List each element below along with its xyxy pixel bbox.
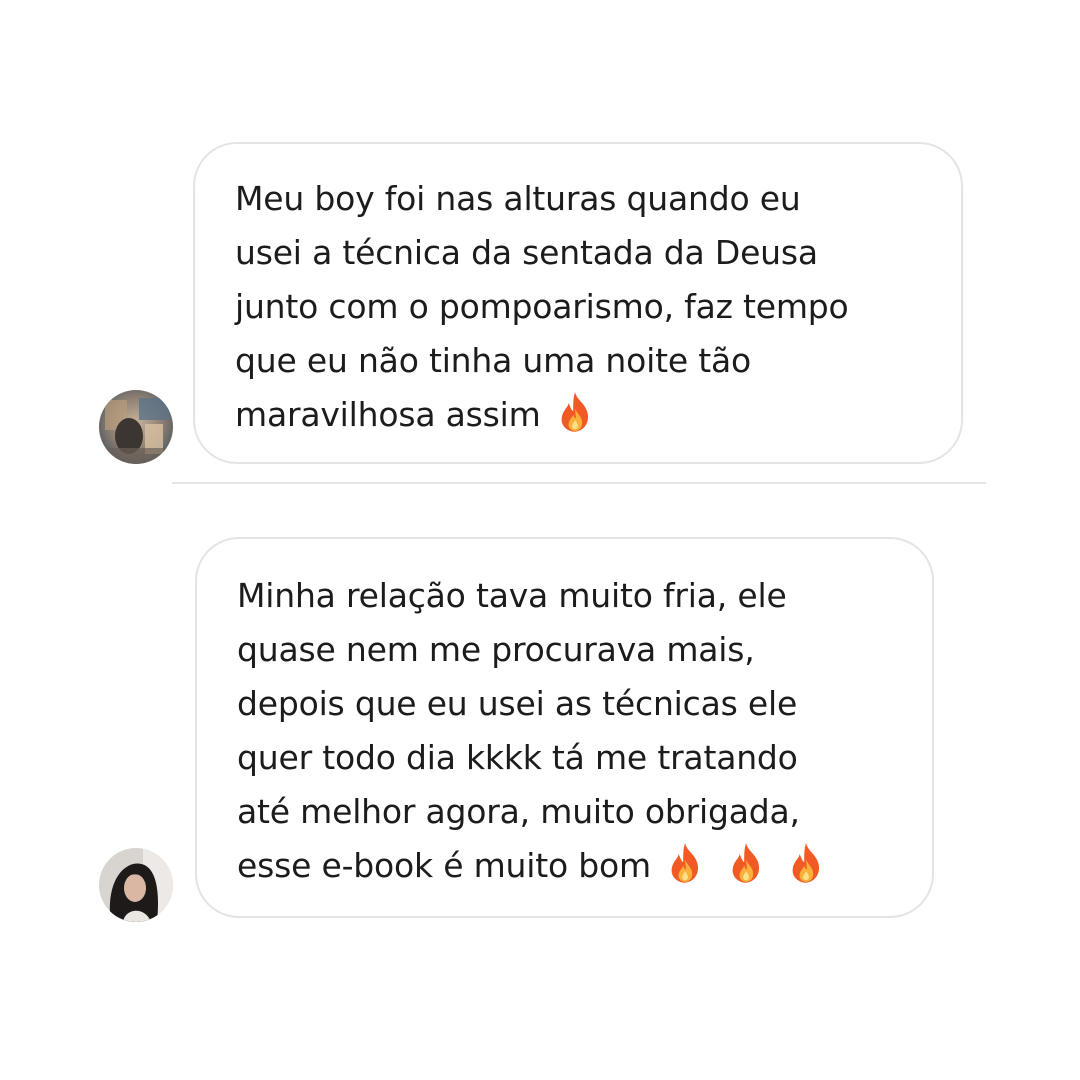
fire-emoji-icon [667,841,703,885]
message-last-line: maravilhosa assim [235,388,921,442]
profile-photo-icon [99,390,173,464]
message-line: depois que eu usei as técnicas ele [237,684,798,723]
message-line-text: maravilhosa assim [235,395,541,434]
message-line-text: esse e-book é muito bom [237,846,651,885]
message-line: até melhor agora, muito obrigada, [237,792,800,831]
message-last-line: esse e-book é muito bom [237,839,892,893]
fire-emoji-icon [557,390,593,434]
fire-emoji-icon [728,841,764,885]
message-divider [172,482,986,484]
message-line: quase nem me procurava mais, [237,630,755,669]
message-bubble-1[interactable]: Meu boy foi nas alturas quando eu usei a… [193,142,963,464]
message-line: que eu não tinha uma noite tão [235,341,751,380]
message-line: usei a técnica da sentada da Deusa [235,233,818,272]
message-line: Meu boy foi nas alturas quando eu [235,179,801,218]
message-line: quer todo dia kkkk tá me tratando [237,738,798,777]
avatar-2[interactable] [99,848,173,922]
message-line: junto com o pompoarismo, faz tempo [235,287,849,326]
message-line: Minha relação tava muito fria, ele [237,576,787,615]
avatar-1[interactable] [99,390,173,464]
profile-photo-icon [99,848,173,922]
fire-emoji-icon [788,841,824,885]
message-bubble-2[interactable]: Minha relação tava muito fria, ele quase… [195,537,934,918]
